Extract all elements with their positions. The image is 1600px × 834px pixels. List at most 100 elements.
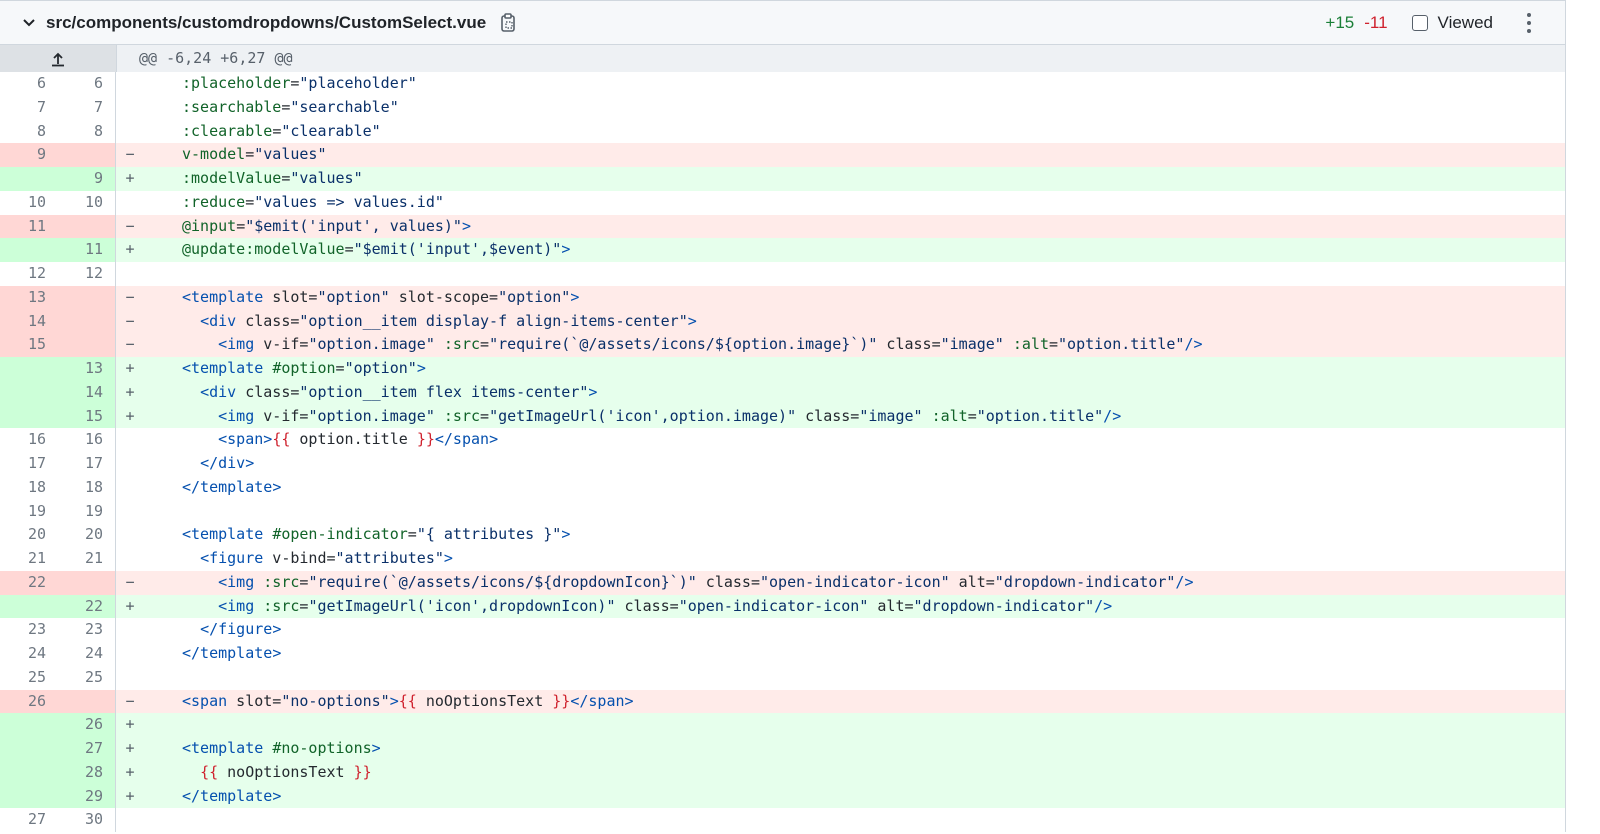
diff-sign: − [125, 216, 135, 235]
new-line-number[interactable]: 23 [58, 618, 116, 642]
new-line-number[interactable]: 19 [58, 499, 116, 524]
old-line-number[interactable] [0, 404, 58, 429]
new-line-number[interactable] [58, 214, 116, 239]
old-line-number[interactable] [0, 380, 58, 405]
viewed-toggle[interactable]: Viewed [1411, 13, 1493, 33]
new-line-number[interactable] [58, 333, 116, 357]
old-line-number[interactable]: 10 [0, 190, 58, 215]
code-content [144, 808, 1565, 832]
diff-line-add: 15 + <img v-if="option.image" :src="getIm… [0, 404, 1565, 429]
new-line-number[interactable]: 24 [58, 642, 116, 666]
new-line-number[interactable] [58, 143, 116, 167]
new-line-number[interactable]: 15 [58, 404, 116, 429]
old-line-number[interactable]: 21 [0, 547, 58, 571]
diff-sign [116, 96, 144, 120]
new-line-number[interactable] [58, 309, 116, 334]
old-line-number[interactable] [0, 357, 58, 381]
diff-view: src/components/customdropdowns/CustomSel… [0, 0, 1600, 834]
new-line-number[interactable]: 20 [58, 523, 116, 547]
old-line-number[interactable]: 16 [0, 428, 58, 452]
old-line-number[interactable]: 19 [0, 499, 58, 524]
viewed-checkbox[interactable] [1411, 14, 1428, 31]
old-line-number[interactable] [0, 238, 58, 262]
old-line-number[interactable]: 26 [0, 689, 58, 714]
old-line-number[interactable]: 14 [0, 309, 58, 334]
code-content [144, 262, 1565, 286]
code-content: :placeholder="placeholder" [182, 74, 417, 92]
chevron-down-icon[interactable] [22, 16, 36, 30]
new-line-number[interactable]: 16 [58, 428, 116, 452]
old-line-number[interactable]: 8 [0, 119, 58, 144]
new-line-number[interactable]: 22 [58, 594, 116, 619]
old-line-number[interactable]: 25 [0, 665, 58, 690]
copy-icon[interactable] [500, 12, 518, 33]
code-content: <template slot="option" slot-scope="opti… [182, 287, 580, 306]
diff-line-add: 9 +:modelValue="values" [0, 167, 1565, 191]
diff-line-ctx: 23 23 </figure> [0, 618, 1565, 642]
new-line-number[interactable]: 12 [58, 262, 116, 286]
old-line-number[interactable]: 6 [0, 72, 58, 96]
new-line-number[interactable]: 6 [58, 72, 116, 96]
diff-line-add: 22 + <img :src="getImageUrl('icon',dropdo… [0, 594, 1565, 619]
code-content: <img v-if="option.image" :src="getImageU… [218, 406, 1122, 425]
old-line-number[interactable]: 18 [0, 475, 58, 500]
new-line-number[interactable]: 26 [58, 713, 116, 737]
diff-table: @@ -6,24 +6,27 @@ 6 6:placeholder="placeh… [0, 45, 1566, 832]
diff-line-del: 14 − <div class="option__item display-f a… [0, 309, 1565, 334]
diff-line-del: 13 − <template slot="option" slot-scope="o… [0, 285, 1565, 310]
old-line-number[interactable] [0, 784, 58, 809]
new-line-number[interactable]: 25 [58, 665, 116, 690]
old-line-number[interactable]: 15 [0, 333, 58, 357]
new-line-number[interactable]: 28 [58, 760, 116, 785]
deletions-count: -11 [1364, 12, 1388, 32]
diff-line-del: 26 − <span slot="no-options">{{ noOptionsT… [0, 689, 1565, 714]
old-line-number[interactable]: 20 [0, 523, 58, 547]
code-content: <img :src="getImageUrl('icon',dropdownIc… [218, 596, 1113, 615]
old-line-number[interactable]: 23 [0, 618, 58, 642]
new-line-number[interactable] [58, 285, 116, 310]
new-line-number[interactable]: 9 [58, 167, 116, 191]
new-line-number[interactable]: 10 [58, 190, 116, 215]
new-line-number[interactable]: 27 [58, 737, 116, 761]
old-line-number[interactable]: 27 [0, 808, 58, 832]
diff-sign [116, 547, 144, 571]
expand-up-icon[interactable] [0, 45, 117, 72]
diff-sign: − [125, 335, 135, 354]
old-line-number[interactable] [0, 737, 58, 761]
old-line-number[interactable] [0, 760, 58, 785]
old-line-number[interactable]: 9 [0, 143, 58, 167]
new-line-number[interactable]: 18 [58, 475, 116, 500]
diff-sign [116, 191, 144, 215]
old-line-number[interactable] [0, 167, 58, 191]
new-line-number[interactable]: 21 [58, 547, 116, 571]
old-line-number[interactable] [0, 594, 58, 619]
new-line-number[interactable]: 17 [58, 452, 116, 476]
code-content: @update:modelValue="$emit('input',$event… [182, 240, 571, 259]
diff-sign [116, 500, 144, 524]
new-line-number[interactable] [58, 570, 116, 595]
new-line-number[interactable]: 11 [58, 238, 116, 262]
old-line-number[interactable]: 17 [0, 452, 58, 476]
old-line-number[interactable]: 24 [0, 642, 58, 666]
old-line-number[interactable]: 13 [0, 285, 58, 310]
file-path[interactable]: src/components/customdropdowns/CustomSel… [46, 13, 486, 33]
new-line-number[interactable]: 8 [58, 119, 116, 144]
new-line-number[interactable]: 7 [58, 95, 116, 120]
diff-sign: + [125, 240, 135, 259]
code-content: v-model="values" [182, 145, 327, 164]
diff-line-del: 22 − <img :src="require(`@/assets/icons/$… [0, 570, 1565, 595]
diff-line-add: 13 + <template #option="option"> [0, 357, 1565, 381]
new-line-number[interactable]: 14 [58, 380, 116, 405]
code-content: <figure v-bind="attributes"> [200, 549, 453, 567]
old-line-number[interactable]: 22 [0, 570, 58, 595]
old-line-number[interactable]: 7 [0, 95, 58, 120]
new-line-number[interactable]: 30 [58, 808, 116, 832]
new-line-number[interactable] [58, 689, 116, 714]
old-line-number[interactable]: 11 [0, 214, 58, 239]
old-line-number[interactable]: 12 [0, 262, 58, 286]
kebab-menu-icon[interactable] [1519, 11, 1539, 35]
new-line-number[interactable]: 13 [58, 357, 116, 381]
old-line-number[interactable] [0, 713, 58, 737]
diff-sign: + [125, 382, 135, 401]
new-line-number[interactable]: 29 [58, 784, 116, 809]
